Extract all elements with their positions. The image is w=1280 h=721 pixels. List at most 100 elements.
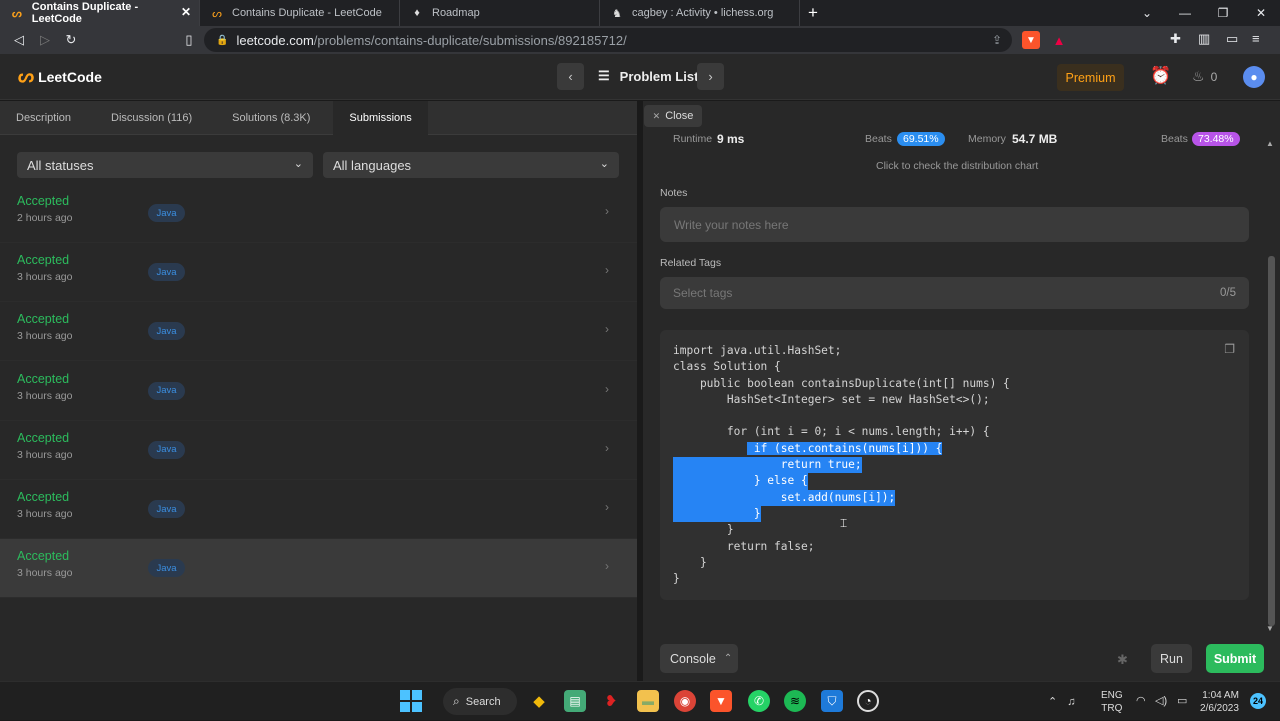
submission-time: 3 hours ago (17, 271, 73, 284)
tab-description[interactable]: Description (0, 101, 87, 135)
submission-row[interactable]: Accepted 3 hours ago Java › (0, 539, 637, 599)
microphone-icon[interactable]: ♫ (1067, 696, 1075, 708)
browser-tab-2[interactable]: ᔕ Contains Duplicate - LeetCode (200, 0, 400, 26)
submission-row[interactable]: Accepted 3 hours ago Java › (0, 421, 637, 480)
code-viewer[interactable]: ❐ import java.util.HashSet; class Solutio… (660, 330, 1249, 600)
url-domain: leetcode.com (236, 32, 314, 48)
tags-placeholder: Select tags (673, 286, 733, 300)
battery-icon[interactable]: ▭ (1177, 694, 1187, 707)
app-window-icon[interactable]: ▤ (564, 690, 586, 712)
lang-bottom: TRQ (1101, 703, 1123, 714)
bookmark-icon[interactable]: ▯ (176, 27, 202, 53)
tab-solutions[interactable]: Solutions (8.3K) (208, 101, 326, 135)
clock[interactable]: 1:04 AM 2/6/2023 (1200, 689, 1239, 715)
console-button[interactable]: Console ⌃ (660, 644, 738, 673)
tags-select[interactable]: Select tags 0/5 (660, 277, 1249, 309)
notes-input[interactable] (660, 207, 1249, 242)
spotify-icon[interactable]: ≋ (784, 690, 806, 712)
share-icon[interactable]: ⇪ (992, 33, 1002, 47)
submission-status: Accepted (17, 253, 70, 268)
wallet-icon[interactable]: ▭ (1226, 31, 1238, 47)
scroll-up-icon[interactable]: ▲ (1266, 139, 1274, 148)
tab-search-icon[interactable]: ⌄ (1128, 0, 1166, 26)
taskbar-search[interactable]: ⌕ Search (443, 688, 517, 715)
distribution-chart-link[interactable]: Click to check the distribution chart (876, 160, 1038, 172)
windows-start-icon[interactable] (400, 690, 422, 712)
next-problem-button[interactable]: › (697, 63, 724, 90)
run-button[interactable]: Run (1151, 644, 1192, 673)
copy-icon[interactable]: ❐ (1224, 342, 1235, 356)
submission-row[interactable]: Accepted 3 hours ago Java › (0, 480, 637, 539)
submission-time: 3 hours ago (17, 567, 73, 580)
avatar[interactable]: ● (1243, 66, 1265, 88)
back-icon[interactable]: ◁ (6, 27, 32, 53)
brave-icon[interactable]: ▼ (710, 690, 732, 712)
debug-icon[interactable]: ✱ (1117, 652, 1128, 668)
tab-submissions[interactable]: Submissions (333, 101, 428, 135)
scrollbar-thumb[interactable] (1268, 256, 1275, 626)
prev-problem-button[interactable]: ‹ (557, 63, 584, 90)
scroll-down-icon[interactable]: ▼ (1266, 624, 1274, 633)
leetcode-logo[interactable]: ᔕ LeetCode (18, 66, 102, 87)
volume-icon[interactable]: ◁) (1155, 694, 1167, 707)
brave-rewards-icon[interactable]: ▲ (1050, 31, 1068, 49)
close-tab-icon[interactable]: ✕ (181, 5, 191, 19)
app-red-icon[interactable]: ❥ (600, 690, 622, 712)
file-explorer-icon[interactable]: ▬ (637, 690, 659, 712)
lang-top: ENG (1101, 690, 1123, 701)
status-filter-value: All statuses (27, 157, 94, 173)
tab-discussion[interactable]: Discussion (116) (87, 101, 208, 135)
chevron-down-icon: ⌄ (293, 158, 303, 170)
new-tab-icon[interactable]: + (800, 0, 826, 26)
defender-icon[interactable]: ⛉ (821, 690, 843, 712)
submission-row[interactable]: Accepted 2 hours ago Java › (0, 184, 637, 243)
submission-row[interactable]: Accepted 3 hours ago Java › (0, 302, 637, 362)
binance-icon[interactable]: ◆ (528, 690, 550, 712)
browser-tab-4[interactable]: ♞ cagbey : Activity • lichess.org (600, 0, 800, 26)
premium-button[interactable]: Premium (1057, 64, 1124, 91)
chrome-icon[interactable]: ◉ (674, 690, 696, 712)
flame-icon: ♨ (1192, 68, 1205, 84)
brave-shield-icon[interactable]: ▼ (1022, 31, 1040, 49)
submission-time: 3 hours ago (17, 330, 73, 343)
runtime-beats-badge: 69.51% (897, 132, 945, 146)
chevron-up-icon[interactable]: ⌃ (1048, 695, 1057, 708)
maximize-icon[interactable]: ❐ (1204, 0, 1242, 26)
chevron-right-icon: › (605, 322, 609, 337)
search-label: Search (465, 695, 501, 708)
notification-badge[interactable]: 24 (1250, 693, 1266, 709)
list-icon: ☰ (598, 68, 610, 83)
sidebar-icon[interactable]: ▥ (1198, 31, 1210, 47)
close-window-icon[interactable]: ✕ (1242, 0, 1280, 26)
reload-icon[interactable]: ↻ (58, 27, 84, 53)
language-filter-select[interactable]: All languages ⌄ (323, 152, 619, 178)
status-filter-select[interactable]: All statuses ⌄ (17, 152, 313, 178)
browser-tab-1[interactable]: ᔕ Contains Duplicate - LeetCode ✕ (0, 0, 200, 26)
language-badge: Java (148, 559, 185, 578)
menu-icon[interactable]: ≡ (1252, 31, 1260, 46)
app-circle-icon[interactable]: ◔ (857, 690, 879, 712)
forward-icon[interactable]: ▷ (32, 27, 58, 53)
runtime-value: 9 ms (717, 132, 745, 146)
submission-row[interactable]: Accepted 3 hours ago Java › (0, 243, 637, 303)
code-block[interactable]: import java.util.HashSet; class Solution … (673, 343, 1010, 587)
address-toolbar: ◁ ▷ ↻ ▯ 🔒 leetcode.com /problems/contain… (0, 26, 1280, 54)
browser-tab-3[interactable]: ♦ Roadmap (400, 0, 600, 26)
wifi-icon[interactable]: ◠ (1136, 694, 1146, 707)
whatsapp-icon[interactable]: ✆ (748, 690, 770, 712)
url-field[interactable]: 🔒 leetcode.com /problems/contains-duplic… (204, 28, 1012, 52)
streak-counter[interactable]: ♨ 0 (1192, 68, 1217, 85)
alarm-clock-icon[interactable]: ⏰ (1150, 66, 1171, 86)
submission-row[interactable]: Accepted 3 hours ago Java › (0, 362, 637, 421)
chevron-right-icon: › (605, 559, 609, 574)
chevron-right-icon: › (605, 381, 609, 396)
memory-beats-badge: 73.48% (1192, 132, 1240, 146)
language-badge: Java (148, 381, 185, 400)
submit-button[interactable]: Submit (1206, 644, 1264, 673)
problem-list-button[interactable]: ☰ Problem List (598, 68, 698, 84)
minimize-icon[interactable]: — (1166, 0, 1204, 26)
language-badge: Java (148, 263, 185, 282)
extensions-icon[interactable]: ✚ (1170, 31, 1181, 47)
close-button[interactable]: ✕ Close (644, 105, 702, 127)
language-indicator[interactable]: ENG TRQ (1101, 689, 1123, 715)
